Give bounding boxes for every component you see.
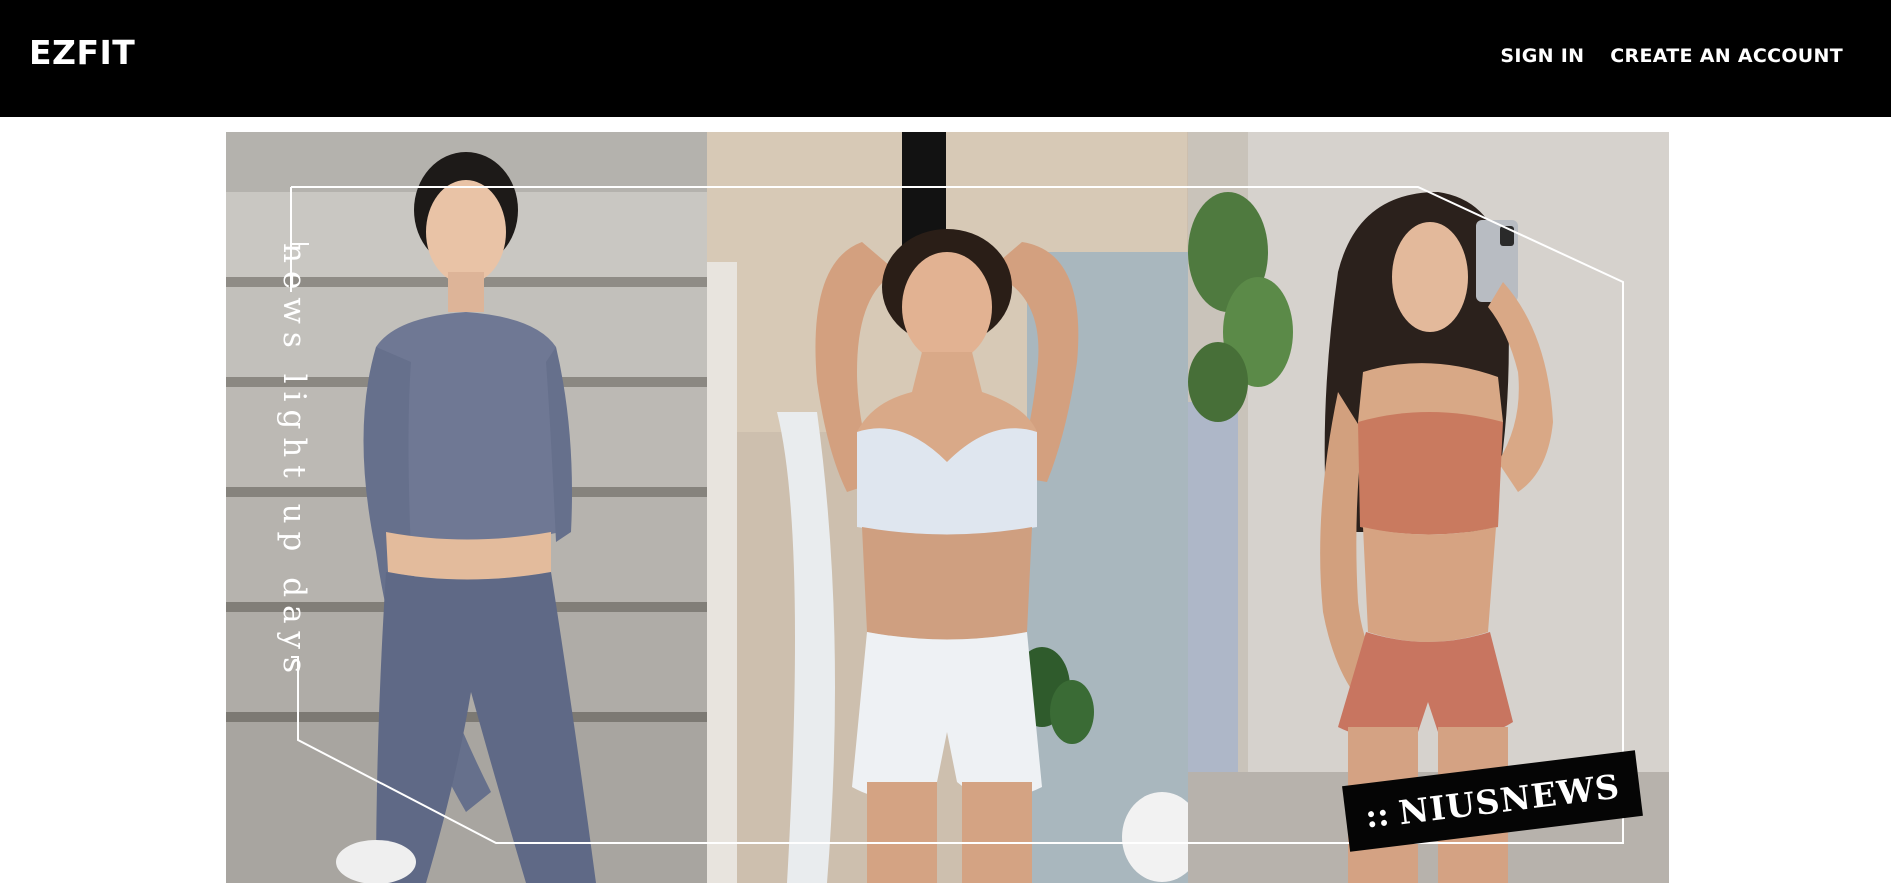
- stamp-brand-name: NIUSNEWS: [1396, 766, 1622, 832]
- hero-banner-image[interactable]: news light up days:: NIUSNEWS: [226, 132, 1669, 883]
- site-logo[interactable]: EZFIT: [29, 36, 135, 69]
- stamp-dots: ::: [1363, 794, 1392, 836]
- sign-in-link[interactable]: SIGN IN: [1500, 47, 1584, 66]
- banner-photo-left: news light up days: [226, 132, 707, 883]
- banner-photo-middle: [707, 132, 1188, 883]
- create-account-link[interactable]: CREATE AN ACCOUNT: [1610, 47, 1843, 66]
- banner-vertical-caption: news light up days: [276, 243, 313, 681]
- top-navigation-bar: EZFIT SIGN IN CREATE AN ACCOUNT: [0, 0, 1891, 117]
- account-nav: SIGN IN CREATE AN ACCOUNT: [1500, 47, 1843, 66]
